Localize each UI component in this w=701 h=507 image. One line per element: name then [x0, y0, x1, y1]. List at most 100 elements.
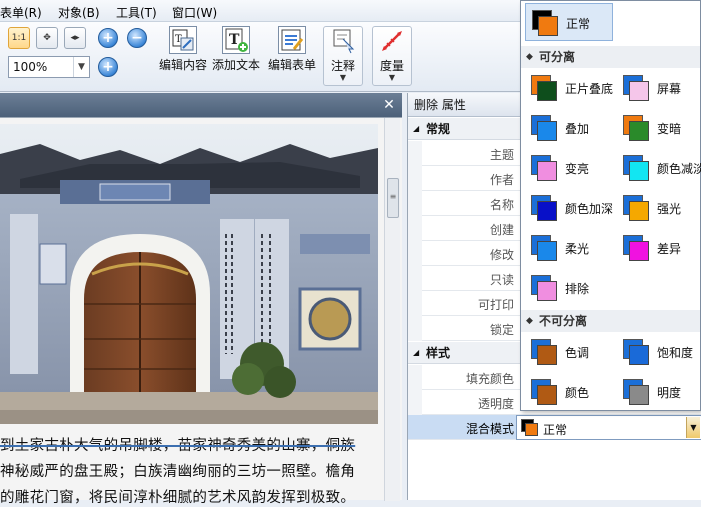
blend-option-label: 强光: [657, 202, 682, 216]
zoom-in-icon[interactable]: +: [98, 57, 118, 77]
fit-width-button[interactable]: ◂▸: [64, 27, 86, 49]
zoom-out-icon[interactable]: −: [127, 28, 147, 48]
blend-icon: [531, 275, 557, 301]
collapse-triangle-icon[interactable]: ◢: [413, 118, 419, 140]
blend-option[interactable]: 强光: [617, 189, 701, 227]
blend-option[interactable]: 柔光: [525, 229, 611, 267]
blend-option[interactable]: 叠加: [525, 109, 611, 147]
blend-icon: [623, 379, 649, 405]
swatch-front: [629, 81, 649, 101]
close-icon[interactable]: ✕: [380, 96, 398, 114]
section-general-title: 常规: [426, 122, 451, 136]
document-tab-bar: ✕: [0, 93, 402, 117]
row-gutter: [408, 216, 422, 241]
group-nonseparable: ◆ 不可分离: [521, 310, 700, 332]
blend-option-label: 正片叠底: [565, 82, 614, 96]
blend-icon: [531, 339, 557, 365]
property-label: 透明度: [477, 397, 514, 411]
fit-page-icon: ✥: [43, 33, 51, 43]
blend-icon: [623, 115, 649, 141]
group-title: 可分离: [539, 50, 576, 64]
blend-option-normal[interactable]: 正常: [525, 3, 613, 41]
add-text-button[interactable]: T 添加文本: [210, 26, 262, 86]
blend-icon: [623, 235, 649, 261]
zoom-in-tool-icon[interactable]: +: [98, 28, 118, 48]
blend-option[interactable]: 颜色加深: [525, 189, 614, 227]
blend-option[interactable]: 明度: [617, 373, 701, 411]
blend-icon: [623, 75, 649, 101]
menu-object[interactable]: 对象(B): [58, 4, 100, 21]
blend-option[interactable]: 差异: [617, 229, 701, 267]
menu-tools[interactable]: 工具(T): [116, 4, 157, 21]
blend-option-label: 变亮: [565, 162, 590, 176]
edit-content-label: 编辑内容: [158, 58, 207, 72]
chevron-down-icon[interactable]: ▼: [686, 417, 700, 438]
blend-option[interactable]: 颜色减淡: [617, 149, 701, 187]
blend-option[interactable]: 颜色: [525, 373, 611, 411]
property-label: 创建: [489, 223, 514, 237]
collapse-triangle-icon[interactable]: ◢: [413, 342, 419, 364]
blend-option-label: 颜色加深: [565, 202, 614, 216]
edit-form-button[interactable]: 编辑表单: [266, 26, 318, 86]
blend-option-label: 排除: [565, 282, 590, 296]
blend-mode-select[interactable]: 正常 ▼: [516, 415, 701, 440]
document-text-line[interactable]: 的雕花门窗，将民间淳朴细腻的艺术风韵发挥到极致。: [0, 486, 355, 507]
section-style-title: 样式: [426, 346, 451, 360]
document-photo: [0, 124, 378, 424]
fit-page-button[interactable]: ✥: [36, 27, 58, 49]
blend-option[interactable]: 变亮: [525, 149, 611, 187]
scroll-thumb[interactable]: ≡: [387, 178, 399, 218]
document-text-line[interactable]: 到土家古朴大气的吊脚楼，苗家神奇秀美的山寨，侗族: [0, 434, 355, 455]
annotate-button[interactable]: 注释 ▼: [323, 26, 363, 86]
row-gutter: [408, 316, 422, 341]
diamond-icon: ◆: [526, 316, 533, 326]
edit-content-button[interactable]: T 编辑内容: [158, 26, 208, 86]
swatch-front: [629, 161, 649, 181]
property-label: 可打印: [477, 298, 514, 312]
blend-option[interactable]: 排除: [525, 269, 611, 307]
blend-option-label: 差异: [657, 242, 682, 256]
blend-option[interactable]: 屏幕: [617, 69, 701, 107]
blend-option[interactable]: 饱和度: [617, 333, 701, 371]
blend-icon: [531, 155, 557, 181]
blend-option[interactable]: 变暗: [617, 109, 701, 147]
menu-form[interactable]: 表单(R): [0, 4, 42, 21]
swatch-front: [537, 161, 557, 181]
blend-option[interactable]: 正片叠底: [525, 69, 614, 107]
blend-icon: [531, 115, 557, 141]
property-label: 锁定: [489, 323, 514, 337]
blend-option[interactable]: 色调: [525, 333, 611, 371]
property-label: 名称: [489, 198, 514, 212]
swatch-front: [537, 121, 557, 141]
row-gutter: [408, 266, 422, 291]
blend-mode-row[interactable]: 混合模式 正常 ▼: [408, 415, 701, 440]
swatch-front: [537, 345, 557, 365]
edit-form-label: 编辑表单: [267, 58, 316, 72]
blend-icon: [531, 75, 557, 101]
annotate-label: 注释: [330, 59, 355, 73]
swatch-front: [537, 385, 557, 405]
row-gutter: [408, 141, 422, 166]
blend-option-label: 颜色减淡: [657, 162, 701, 176]
blend-option-label: 正常: [566, 17, 591, 31]
document-page[interactable]: ≡ 到土家古朴大气的吊脚楼，苗家神奇秀美的山寨，侗族 神秘威严的盘王殿；白族清幽…: [0, 117, 402, 506]
blend-icon: [531, 195, 557, 221]
group-separable: ◆ 可分离: [521, 46, 700, 68]
add-text-label: 添加文本: [211, 58, 260, 72]
measure-button[interactable]: 度量 ▼: [372, 26, 412, 86]
actual-size-button[interactable]: 1:1: [8, 27, 30, 49]
document-text-line[interactable]: 神秘威严的盘王殿；白族清幽绚丽的三坊一照壁。檐角: [0, 460, 355, 481]
swatch-front: [629, 241, 649, 261]
property-label: 混合模式: [465, 422, 514, 436]
document-scrollbar[interactable]: ≡: [384, 118, 400, 501]
chevron-down-icon[interactable]: ▼: [73, 57, 89, 77]
blend-icon: [623, 155, 649, 181]
menu-window[interactable]: 窗口(W): [172, 4, 217, 21]
row-gutter: [408, 390, 422, 415]
edit-content-icon: T: [169, 26, 197, 54]
zoom-select[interactable]: 100% ▼: [8, 56, 90, 78]
blend-option-label: 变暗: [657, 122, 682, 136]
blend-option-label: 屏幕: [657, 82, 682, 96]
blend-normal-icon: [521, 419, 539, 437]
property-label: 只读: [489, 273, 514, 287]
